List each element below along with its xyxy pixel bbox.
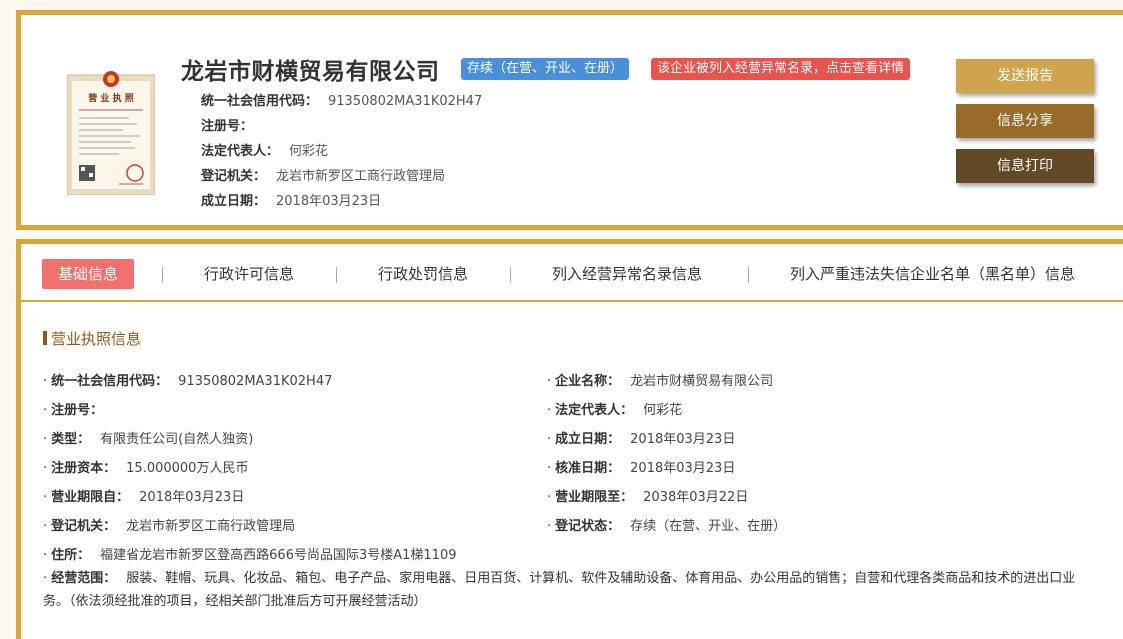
tab-divider: [336, 267, 337, 283]
tab-admin-penalty[interactable]: 行政处罚信息: [378, 259, 468, 289]
section-title-text: 营业执照信息: [51, 330, 142, 348]
field-capital: · 注册资本： 15.000000万人民币: [43, 461, 249, 476]
tab-divider: [510, 267, 511, 283]
summary-authority: 登记机关： 龙岩市新罗区工商行政管理局: [201, 165, 445, 184]
field-value: 何彩花: [643, 403, 683, 418]
field-value: 龙岩市财横贸易有限公司: [630, 374, 774, 389]
field-value: 龙岩市新罗区工商行政管理局: [126, 519, 296, 534]
info-tabs: 基础信息 行政许可信息 行政处罚信息 列入经营异常名录信息 列入严重违法失信企业…: [21, 259, 1123, 293]
section-bar-icon: [43, 331, 47, 345]
field-value: 福建省龙岩市新罗区登高西路666号尚品国际3号楼A1梯1109: [100, 548, 457, 563]
field-label: 注册号：: [51, 403, 104, 418]
summary-label: 成立日期：: [201, 194, 267, 209]
print-info-button[interactable]: 信息打印: [956, 149, 1094, 183]
field-value: 服装、鞋帽、玩具、化妆品、箱包、电子产品、家用电器、日用百货、计算机、软件及辅助…: [43, 571, 1076, 609]
field-label: 类型：: [51, 432, 91, 447]
company-name: 龙岩市财横贸易有限公司: [181, 59, 440, 85]
tab-abnormal-list[interactable]: 列入经营异常名录信息: [552, 259, 702, 289]
summary-label: 法定代表人：: [201, 144, 280, 159]
summary-value: 龙岩市新罗区工商行政管理局: [276, 169, 446, 184]
field-label: 注册资本：: [51, 461, 117, 476]
field-value: 15.000000万人民币: [126, 461, 249, 476]
tab-underline: [21, 300, 1123, 302]
field-label: 登记机关：: [51, 519, 117, 534]
field-address: · 住所： 福建省龙岩市新罗区登高西路666号尚品国际3号楼A1梯1109: [43, 548, 457, 563]
field-credit-code: · 统一社会信用代码： 91350802MA31K02H47: [43, 374, 333, 389]
company-summary-panel: 营 业 执 照 龙岩市财横贸易有限公司 存续（在营、开业、在册） 该企业被列入经…: [16, 10, 1123, 230]
field-term-to: · 营业期限至： 2038年03月22日: [547, 490, 749, 505]
business-license-image: 营 业 执 照: [67, 71, 155, 195]
detail-panel: 基础信息 行政许可信息 行政处罚信息 列入经营异常名录信息 列入严重违法失信企业…: [16, 239, 1123, 639]
summary-legal-rep: 法定代表人： 何彩花: [201, 140, 328, 159]
field-label: 企业名称：: [555, 374, 621, 389]
field-value: 存续（在营、开业、在册）: [630, 519, 787, 534]
summary-value: 2018年03月23日: [276, 194, 382, 209]
section-title: 营业执照信息: [43, 328, 141, 349]
field-value: 2018年03月23日: [139, 490, 245, 505]
tab-basic-info[interactable]: 基础信息: [42, 259, 135, 289]
field-label: 营业期限至：: [555, 490, 634, 505]
svg-text:营 业 执 照: 营 业 执 照: [88, 92, 133, 104]
abnormal-list-badge[interactable]: 该企业被列入经营异常名录，点击查看详情: [651, 58, 911, 80]
summary-credit-code: 统一社会信用代码： 91350802MA31K02H47: [201, 90, 482, 109]
summary-label: 统一社会信用代码：: [201, 94, 319, 109]
field-type: · 类型： 有限责任公司(自然人独资): [43, 432, 254, 447]
status-badge: 存续（在营、开业、在册）: [461, 58, 630, 80]
summary-reg-no: 注册号：: [201, 115, 263, 134]
tab-blacklist[interactable]: 列入严重违法失信企业名单（黑名单）信息: [790, 259, 1075, 289]
field-authority: · 登记机关： 龙岩市新罗区工商行政管理局: [43, 519, 296, 534]
field-business-scope: · 经营范围： 服装、鞋帽、玩具、化妆品、箱包、电子产品、家用电器、日用百货、计算…: [43, 571, 1076, 609]
summary-label: 登记机关：: [201, 169, 267, 184]
field-value: 2018年03月23日: [630, 432, 736, 447]
summary-value: 91350802MA31K02H47: [328, 94, 483, 109]
field-established: · 成立日期： 2018年03月23日: [547, 432, 736, 447]
field-term-from: · 营业期限自： 2018年03月23日: [43, 490, 245, 505]
field-label: 营业期限自：: [51, 490, 130, 505]
summary-value: 何彩花: [289, 144, 329, 159]
tab-divider: [162, 267, 163, 283]
tab-divider: [748, 267, 749, 283]
field-legal-rep: · 法定代表人： 何彩花: [547, 403, 683, 418]
summary-established: 成立日期： 2018年03月23日: [201, 190, 381, 209]
tab-admin-license[interactable]: 行政许可信息: [204, 259, 294, 289]
field-label: 住所：: [51, 548, 91, 563]
field-company-name: · 企业名称： 龙岩市财横贸易有限公司: [547, 374, 774, 389]
field-value: 2018年03月23日: [630, 461, 736, 476]
send-report-button[interactable]: 发送报告: [956, 59, 1094, 93]
field-label: 成立日期：: [555, 432, 621, 447]
field-value: 有限责任公司(自然人独资): [100, 432, 254, 447]
field-label: 登记状态：: [555, 519, 621, 534]
field-approved: · 核准日期： 2018年03月23日: [547, 461, 736, 476]
field-label: 统一社会信用代码：: [51, 374, 169, 389]
field-value: 2038年03月22日: [643, 490, 749, 505]
field-reg-status: · 登记状态： 存续（在营、开业、在册）: [547, 519, 787, 534]
field-value: 91350802MA31K02H47: [178, 374, 333, 389]
field-label: 法定代表人：: [555, 403, 634, 418]
field-label: 经营范围：: [51, 571, 117, 586]
summary-label: 注册号：: [201, 119, 254, 134]
field-reg-no: · 注册号：: [43, 403, 104, 418]
field-label: 核准日期：: [555, 461, 621, 476]
share-info-button[interactable]: 信息分享: [956, 104, 1094, 138]
